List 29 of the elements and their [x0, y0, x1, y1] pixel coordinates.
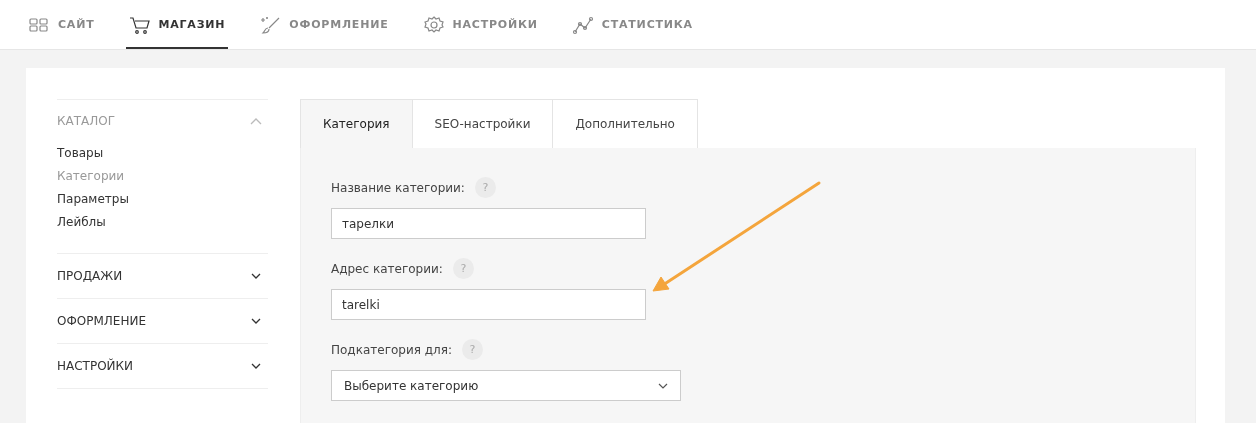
tab[interactable]: Дополнительно	[553, 99, 698, 149]
tab[interactable]: SEO-настройки	[412, 99, 554, 149]
sidebar-item[interactable]: Товары	[57, 146, 104, 160]
sidebar-section[interactable]: НАСТРОЙКИ	[57, 344, 268, 388]
brush-icon	[259, 14, 282, 35]
field-label: Адрес категории:	[331, 261, 443, 276]
nav-tab[interactable]: НАСТРОЙКИ	[419, 0, 541, 49]
nav-tab[interactable]: САЙТ	[25, 0, 98, 49]
cart-icon	[128, 14, 151, 35]
nav-tab[interactable]: ОФОРМЛЕНИЕ	[256, 0, 392, 49]
nav-tab[interactable]: МАГАЗИН	[125, 0, 229, 49]
sidebar-section[interactable]: ПРОДАЖИ	[57, 254, 268, 298]
chevron-down-icon	[250, 317, 262, 325]
gear-icon	[422, 14, 445, 35]
text-field[interactable]: тарелки	[331, 208, 646, 239]
field-label: Подкатегория для:	[331, 342, 452, 357]
chevron-down-icon	[250, 362, 262, 370]
sidebar-item[interactable]: Лейблы	[57, 215, 106, 229]
chart-line-icon	[571, 14, 594, 35]
chevron-down-icon	[658, 382, 668, 389]
text-field[interactable]: tarelki	[331, 289, 646, 320]
sidebar-item[interactable]: Параметры	[57, 192, 129, 206]
nav-tab[interactable]: СТАТИСТИКА	[568, 0, 696, 49]
field-label: Название категории:	[331, 180, 465, 195]
sidebar-section[interactable]: ОФОРМЛЕНИЕ	[57, 299, 268, 343]
chevron-up-icon	[250, 117, 262, 125]
chevron-down-icon	[250, 272, 262, 280]
tab[interactable]: Категория	[300, 99, 413, 149]
select-field[interactable]: Выберите категорию	[331, 370, 681, 401]
